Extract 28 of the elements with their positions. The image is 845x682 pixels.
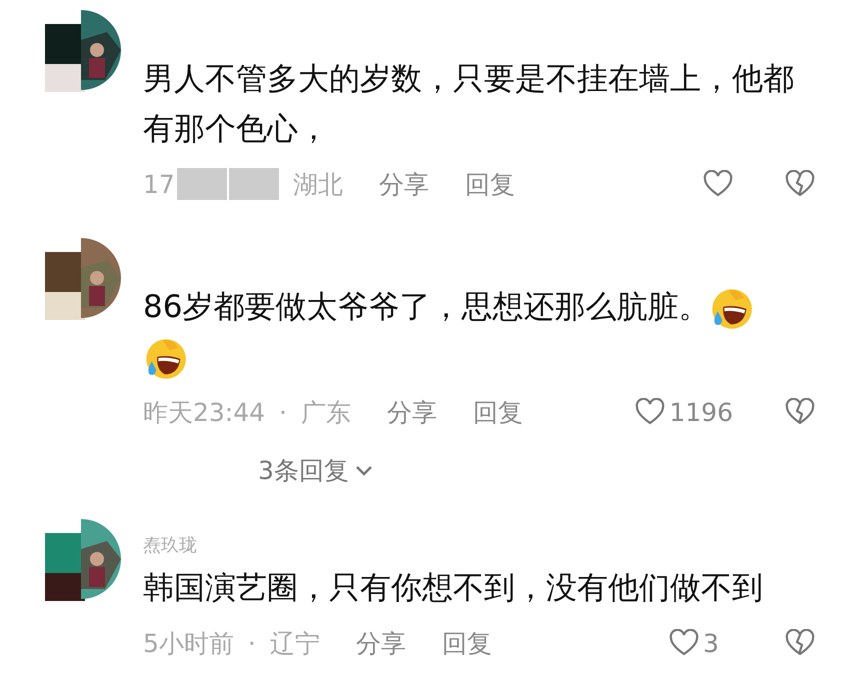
separator-dot: · [279, 398, 287, 426]
reply-button[interactable]: 回复 [442, 626, 492, 660]
like-count: 1196 [669, 398, 733, 426]
location: 辽宁 [270, 628, 320, 660]
heart-icon[interactable] [669, 629, 699, 657]
broken-heart-icon[interactable] [785, 398, 815, 426]
heart-icon[interactable] [635, 398, 666, 426]
separator-dot: · [248, 628, 256, 658]
reply-button[interactable]: 回复 [473, 396, 523, 428]
broken-heart-icon[interactable] [785, 170, 815, 198]
like-count: 3 [703, 628, 720, 658]
view-replies-button[interactable]: 3条回复 [258, 454, 373, 487]
chevron-down-icon [354, 464, 373, 476]
share-button[interactable]: 分享 [387, 396, 437, 428]
share-button[interactable]: 分享 [378, 168, 429, 200]
location: 广东 [301, 396, 351, 428]
comment-time: 5小时前 [143, 628, 234, 660]
comment-text: 86岁都要做太爷爷了，思想还那么肮脏。 [143, 289, 710, 325]
comment-text: 韩国演艺圈，只有你想不到，没有他们做不到 [143, 570, 763, 606]
author-name[interactable]: 焘玖珑 [143, 535, 197, 556]
share-button[interactable]: 分享 [356, 626, 406, 660]
heart-icon[interactable] [703, 170, 733, 198]
broken-heart-icon[interactable] [785, 629, 815, 657]
comment-time: 17 [143, 170, 175, 198]
reply-button[interactable]: 回复 [464, 168, 515, 200]
comment-text: 男人不管多大的岁数，只要是不挂在墙上，他都有那个色心， [143, 61, 794, 147]
location: 湖北 [292, 168, 343, 200]
comment-time: 昨天23:44 [143, 396, 266, 428]
